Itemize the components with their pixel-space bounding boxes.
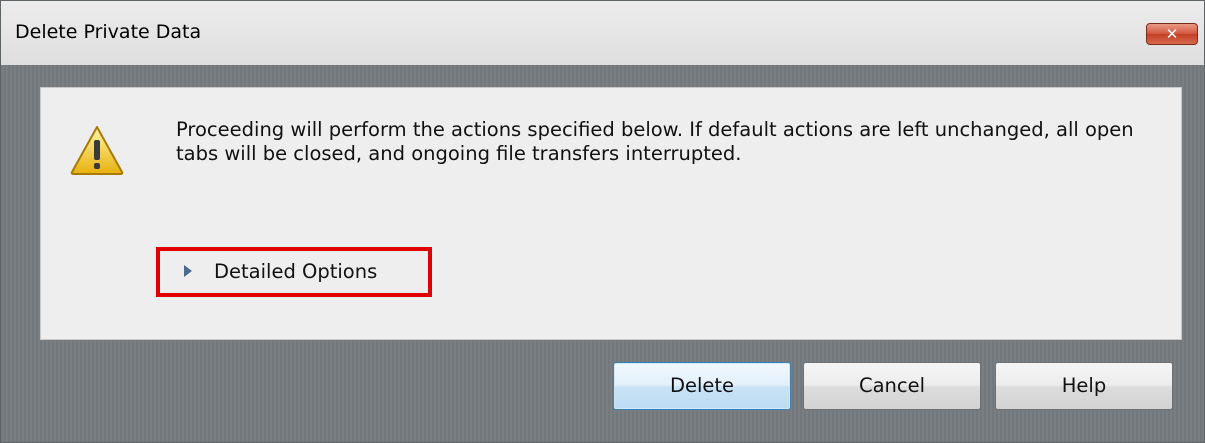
warning-icon: [70, 126, 124, 175]
title-bar[interactable]: Delete Private Data ✕: [1, 1, 1204, 65]
window-title: Delete Private Data: [15, 21, 202, 43]
close-button[interactable]: ✕: [1146, 23, 1198, 45]
close-icon: ✕: [1165, 25, 1179, 43]
help-button[interactable]: Help: [995, 362, 1173, 410]
warning-message: Proceeding will perform the actions spec…: [176, 118, 1134, 165]
delete-button[interactable]: Delete: [613, 362, 791, 410]
cancel-button[interactable]: Cancel: [803, 362, 981, 410]
highlight-annotation: [156, 247, 432, 297]
